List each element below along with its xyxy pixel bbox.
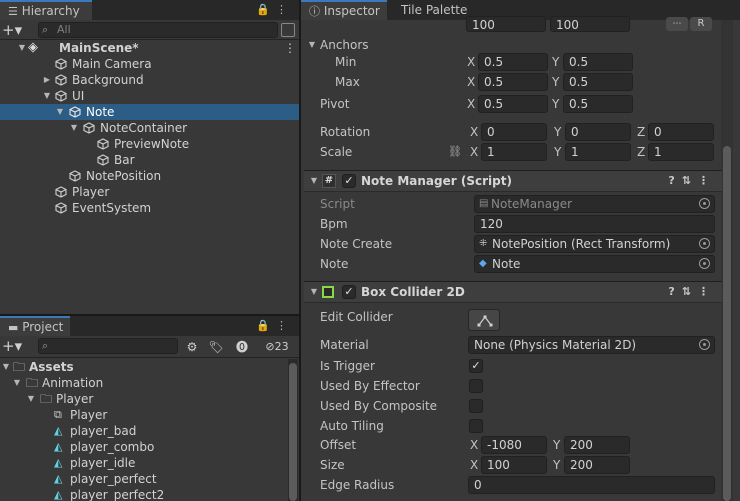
preset-icon[interactable]: ⇅ xyxy=(682,174,698,187)
size-x-field[interactable]: 100 xyxy=(481,456,547,474)
gameobject-icon xyxy=(69,170,81,182)
component-header-icons[interactable]: ?⇅⋮ xyxy=(668,171,716,191)
component-header-icons[interactable]: ?⇅⋮ xyxy=(668,282,716,302)
height-field[interactable]: 100 xyxy=(550,16,630,32)
box-collider-enabled-checkbox[interactable]: ✓ xyxy=(342,285,356,299)
object-picker-icon[interactable] xyxy=(699,339,710,350)
edit-collider-row: Edit Collider xyxy=(0,308,740,331)
edge-radius-field[interactable]: 0 xyxy=(468,476,715,494)
note-field[interactable]: ◆ Note xyxy=(474,255,715,273)
width-field[interactable]: 100 xyxy=(466,16,546,32)
anchors-row[interactable]: ▼ Anchors xyxy=(0,36,740,54)
offset-y-field[interactable]: 200 xyxy=(564,436,630,454)
edge-radius-row: Edge Radius 0 xyxy=(0,476,740,494)
bpm-row: Bpm 120 xyxy=(0,215,740,233)
pivot-x-field[interactable]: 0.5 xyxy=(478,95,548,113)
offset-x-field[interactable]: -1080 xyxy=(481,436,547,454)
offset-row: Offset X -1080 Y 200 xyxy=(0,436,740,454)
lock-icon[interactable]: 🔒 xyxy=(256,3,276,16)
script-file-icon: ▤ xyxy=(479,198,489,209)
used-by-effector-row: Used By Effector xyxy=(0,377,740,395)
note-manager-enabled-checkbox[interactable]: ✓ xyxy=(342,174,356,188)
script-hash-icon: # xyxy=(322,174,336,188)
bpm-field[interactable]: 120 xyxy=(474,215,715,233)
object-picker-icon xyxy=(699,198,710,209)
prefab-cube-icon: ◆ xyxy=(479,258,487,269)
kebab-menu-icon[interactable]: ⋮ xyxy=(698,174,716,187)
pivot-y-field[interactable]: 0.5 xyxy=(563,95,633,113)
hierarchy-tabbar: ☰ Hierarchy 🔒⋮ xyxy=(0,0,299,20)
scale-x-field[interactable]: 1 xyxy=(481,143,547,161)
box-collider-icon xyxy=(322,286,334,298)
is-trigger-row: Is Trigger ✓ xyxy=(0,357,740,375)
search-filter-icon[interactable] xyxy=(281,23,295,37)
note-manager-header[interactable]: ▼ # ✓ Note Manager (Script) ?⇅⋮ xyxy=(304,170,722,192)
script-field: ▤ NoteManager xyxy=(474,195,715,213)
size-y-field[interactable]: 200 xyxy=(564,456,630,474)
rect-transform-icon: ⁜ xyxy=(479,238,488,249)
object-picker-icon[interactable] xyxy=(699,238,710,249)
scale-y-field[interactable]: 1 xyxy=(565,143,631,161)
expand-arrow-icon[interactable]: ▼ xyxy=(306,36,318,54)
pivot-row: Pivot X 0.5 Y 0.5 xyxy=(0,95,740,113)
tab-inspector[interactable]: ⓘ Inspector xyxy=(301,0,387,20)
rotation-row: Rotation X 0 Y 0 Z 0 xyxy=(0,123,740,141)
kebab-menu-icon[interactable]: ⋮ xyxy=(698,285,716,298)
raw-edit-button[interactable]: R xyxy=(690,17,712,31)
anchor-max-x-field[interactable]: 0.5 xyxy=(478,73,548,91)
anchor-min-x-field[interactable]: 0.5 xyxy=(478,53,548,71)
used-by-composite-row: Used By Composite xyxy=(0,397,740,415)
anchor-min-row: Min X 0.5 Y 0.5 xyxy=(0,53,740,71)
help-icon[interactable]: ? xyxy=(668,285,681,298)
anchor-max-row: Max X 0.5 Y 0.5 xyxy=(0,73,740,91)
auto-tiling-row: Auto Tiling xyxy=(0,417,740,435)
hierarchy-tab-icons[interactable]: 🔒⋮ xyxy=(256,3,293,16)
object-picker-icon[interactable] xyxy=(699,258,710,269)
note-create-field[interactable]: ⁜ NotePosition (Rect Transform) xyxy=(474,235,715,253)
constrain-proportions-icon[interactable]: ⛓ xyxy=(448,143,462,161)
search-icon: ⌕ xyxy=(42,23,49,36)
rotation-z-field[interactable]: 0 xyxy=(648,123,714,141)
script-row: Script ▤ NoteManager xyxy=(0,195,740,213)
note-row: Note ◆ Note xyxy=(0,255,740,273)
scale-row: Scale ⛓ X 1 Y 1 Z 1 xyxy=(0,143,740,161)
info-icon: ⓘ xyxy=(309,5,320,18)
box-collider-2d-header[interactable]: ▼ ✓ Box Collider 2D ?⇅⋮ xyxy=(304,281,722,303)
blueprint-mode-button[interactable]: ⋯ xyxy=(666,17,688,31)
auto-tiling-checkbox[interactable] xyxy=(469,419,483,433)
list-icon: ☰ xyxy=(8,5,18,18)
material-field[interactable]: None (Physics Material 2D) xyxy=(468,336,715,354)
tab-tile-palette[interactable]: Tile Palette xyxy=(393,0,475,20)
expand-arrow-icon[interactable]: ▼ xyxy=(308,282,320,302)
expand-arrow-icon[interactable]: ▼ xyxy=(308,171,320,191)
anchor-min-y-field[interactable]: 0.5 xyxy=(563,53,633,71)
note-create-row: Note Create ⁜ NotePosition (Rect Transfo… xyxy=(0,235,740,253)
tree-item-noteposition[interactable]: NotePosition xyxy=(0,168,299,184)
preset-icon[interactable]: ⇅ xyxy=(682,285,698,298)
is-trigger-checkbox[interactable]: ✓ xyxy=(469,359,483,373)
rotation-y-field[interactable]: 0 xyxy=(565,123,631,141)
help-icon[interactable]: ? xyxy=(668,174,681,187)
edit-collider-button[interactable] xyxy=(468,309,500,331)
used-by-effector-checkbox[interactable] xyxy=(469,379,483,393)
edit-collider-icon xyxy=(477,315,493,327)
used-by-composite-checkbox[interactable] xyxy=(469,399,483,413)
size-row: Size X 100 Y 200 xyxy=(0,456,740,474)
kebab-menu-icon[interactable]: ⋮ xyxy=(276,3,293,16)
tab-hierarchy[interactable]: ☰ Hierarchy xyxy=(0,0,92,20)
anchor-max-y-field[interactable]: 0.5 xyxy=(563,73,633,91)
rotation-x-field[interactable]: 0 xyxy=(481,123,547,141)
scale-z-field[interactable]: 1 xyxy=(648,143,714,161)
material-row: Material None (Physics Material 2D) xyxy=(0,336,740,354)
